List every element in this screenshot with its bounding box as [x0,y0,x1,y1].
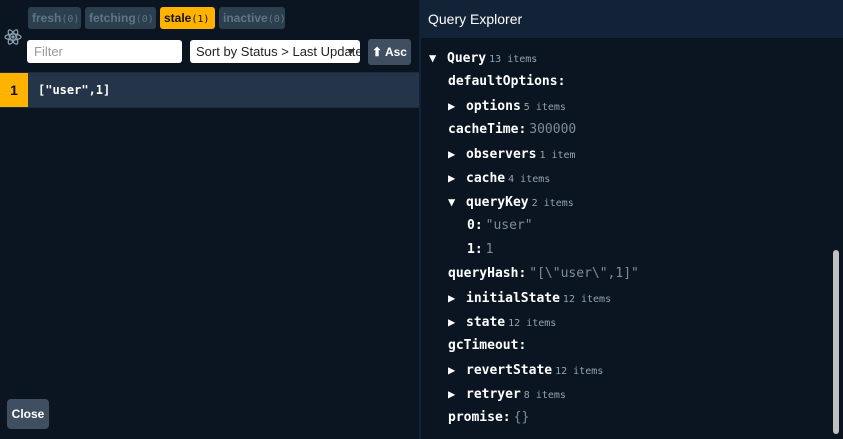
tree-node-value: 1 [485,242,494,257]
tree-node-count: 12 items [562,294,612,305]
tree-node-count: 4 items [508,174,551,185]
query-explorer-panel: Query Explorer ▼ Query 13 items defaultOpti… [421,0,843,439]
filter-badge-fresh[interactable]: fresh(0) [28,7,81,29]
filter-badge-stale[interactable]: stale(1) [160,7,215,29]
tree-node[interactable]: ▶ revertState 12 items [448,358,603,382]
tree-node-label: 0: [467,218,483,233]
chevron-down-icon [347,49,355,54]
divider [0,107,419,108]
observer-count: 1 [0,73,28,107]
badge-label: inactive [223,11,268,25]
tree-node[interactable]: ▶ state 12 items [448,310,556,334]
caret-right-icon[interactable]: ▶ [448,310,466,334]
tree-node[interactable]: ▶ cache 4 items [448,166,550,190]
caret-right-icon[interactable]: ▶ [448,358,466,382]
badge-count: (0) [267,14,286,25]
query-list-panel: fresh(0) fetching(0) stale(1) inactive(0… [0,0,419,439]
badge-label: fresh [32,11,62,25]
filter-input[interactable] [27,40,182,63]
tree-node-label: state [466,315,506,330]
tree-node-label: promise: [448,410,511,425]
tree-node-count: 2 items [531,198,574,209]
tree-node-value: "user" [485,218,533,233]
tree-node-label: options [466,99,521,114]
badge-label: stale [164,11,192,25]
tree-node: cacheTime: 300000 [448,118,576,142]
tree-node[interactable]: ▶ options 5 items [448,94,566,118]
tree-node-count: 5 items [523,102,566,113]
tree-node-label: cache [466,171,506,186]
filter-badge-inactive[interactable]: inactive(0) [219,7,286,29]
caret-down-icon[interactable]: ▼ [448,190,466,214]
tree-node-label: revertState [466,363,553,378]
sort-select[interactable]: Sort by Status > Last Updated [190,40,360,63]
explorer-tree: ▼ Query 13 items defaultOptions: ▶ options 5 i… [421,38,829,439]
caret-right-icon[interactable]: ▶ [448,142,466,166]
tree-node-count: 13 items [489,54,538,65]
tree-node-count: 12 items [555,366,604,377]
tree-node: promise:{} [448,406,529,430]
tree-node: gcTimeout: [448,334,526,358]
caret-right-icon[interactable]: ▶ [448,166,466,190]
tree-node-value: "[\"user\",1]" [529,266,639,281]
query-row[interactable]: 1 ["user",1] [0,73,419,107]
tree-node-label: observers [466,147,537,162]
badge-count: (1) [191,14,210,25]
badge-label: fetching [89,11,136,25]
caret-down-icon[interactable]: ▼ [429,46,447,70]
badge-count: (0) [135,14,154,25]
tree-node-label: queryKey [466,195,529,210]
tree-node-label: retryer [466,387,521,402]
caret-right-icon[interactable]: ▶ [448,286,466,310]
tree-node[interactable]: ▼ queryKey 2 items [448,190,574,214]
tree-node-value: {} [513,410,530,425]
tree-node[interactable]: ▶ observers 1 item [448,142,576,166]
filter-badge-fetching[interactable]: fetching(0) [85,7,156,29]
tree-node[interactable]: ▼ Query 13 items [429,46,537,70]
react-query-logo-icon[interactable] [4,28,22,46]
tree-node[interactable]: ▶ retryer 8 items [448,382,566,406]
caret-right-icon[interactable]: ▶ [448,94,466,118]
tree-node[interactable]: ▶ initialState 12 items [448,286,611,310]
tree-node: defaultOptions: [448,70,565,94]
tree-node-value: 300000 [529,122,577,137]
tree-node-label: Query [447,51,487,66]
scrollbar-thumb[interactable] [833,250,839,434]
query-key: ["user",1] [38,83,111,97]
tree-node-label: initialState [466,291,560,306]
tree-node-label: queryHash: [448,266,527,281]
close-button[interactable]: Close [7,399,49,429]
tree-node-label: gcTimeout: [448,338,527,353]
tree-node: 1: 1 [467,238,493,262]
tree-node-label: 1: [467,242,483,257]
tree-node-count: 8 items [523,390,566,401]
explorer-title: Query Explorer [421,0,843,38]
tree-node-count: 12 items [508,318,557,329]
tree-node-label: defaultOptions: [448,74,566,89]
caret-right-icon[interactable]: ▶ [448,382,466,406]
tree-node-label: cacheTime: [448,122,527,137]
badge-count: (0) [61,14,80,25]
scrollbar[interactable] [829,38,843,439]
sort-select-value: Sort by Status > Last Updated [196,44,360,59]
tree-node: 0: "user" [467,214,533,238]
tree-node-count: 1 item [539,150,576,161]
tree-node: queryHash: "[\"user\",1]" [448,262,639,286]
sort-order-button[interactable]: ⬆ Asc [368,39,411,65]
